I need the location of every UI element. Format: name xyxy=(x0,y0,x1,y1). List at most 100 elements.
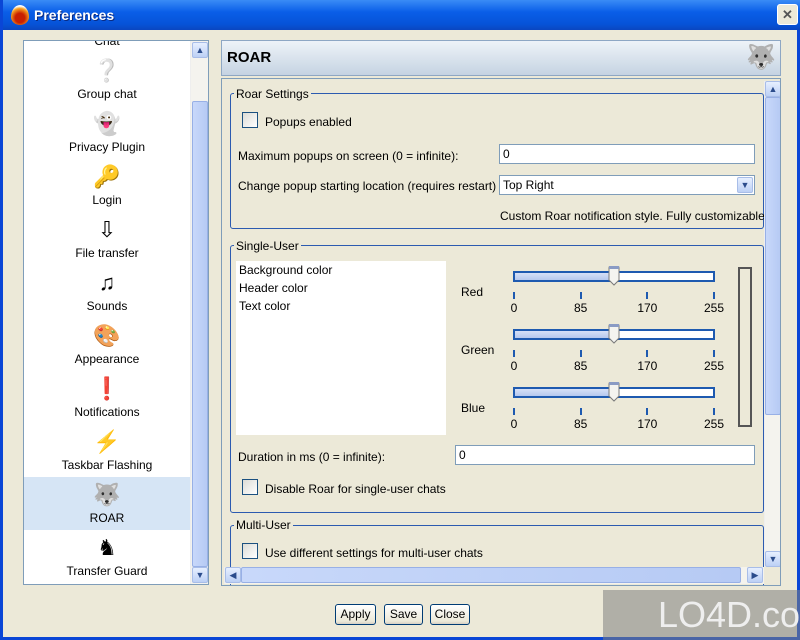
slider-tick xyxy=(579,350,582,357)
tick-label: 0 xyxy=(510,417,518,431)
duration-label: Duration in ms (0 = infinite): xyxy=(238,450,386,464)
scroll-up-button[interactable]: ▲ xyxy=(765,81,780,97)
sidebar-item-label: Privacy Plugin xyxy=(68,140,146,154)
sidebar-item-label: Sounds xyxy=(86,299,128,313)
sidebar-item-label: Group chat xyxy=(77,87,137,101)
scroll-left-button[interactable]: ◀ xyxy=(225,567,241,583)
panel-horizontal-scrollbar[interactable]: ◀ ▶ xyxy=(224,567,764,584)
roar-settings-legend: Roar Settings xyxy=(234,87,311,101)
scroll-up-button[interactable]: ▲ xyxy=(192,42,208,58)
red-slider[interactable] xyxy=(513,266,715,286)
slider-tick xyxy=(579,292,582,299)
style-note: Custom Roar notification style. Fully cu… xyxy=(500,209,769,223)
sidebar-item[interactable]: ♞ Transfer Guard xyxy=(24,530,190,583)
slider-thumb[interactable] xyxy=(608,266,620,286)
popups-enabled-checkbox[interactable] xyxy=(242,112,258,128)
slider-tick xyxy=(713,350,715,357)
close-window-button[interactable]: ✕ xyxy=(777,4,798,25)
max-popups-input[interactable]: 0 xyxy=(499,144,755,164)
sounds-icon: ♫ xyxy=(98,270,116,295)
slider-tick xyxy=(646,408,649,415)
slider-tick xyxy=(513,292,515,299)
sidebar-item[interactable]: ⚡ Taskbar Flashing xyxy=(24,424,190,477)
section-header: ROAR 🐺 xyxy=(221,40,781,76)
multi-user-checkbox[interactable] xyxy=(242,543,258,559)
vertical-scroll-thumb[interactable] xyxy=(765,97,780,415)
save-button[interactable]: Save xyxy=(384,604,423,625)
wolf-icon: 🐺 xyxy=(746,44,776,71)
blue-slider[interactable] xyxy=(513,382,715,402)
disable-single-user-label: Disable Roar for single-user chats xyxy=(265,482,446,496)
tick-label: 85 xyxy=(573,359,588,373)
key-icon: 🔑 xyxy=(93,164,121,189)
scroll-down-button[interactable]: ▼ xyxy=(765,551,780,567)
tick-label: 255 xyxy=(703,417,725,431)
window-title: Preferences xyxy=(34,7,115,23)
multi-user-legend: Multi-User xyxy=(234,518,293,532)
scroll-down-button[interactable]: ▼ xyxy=(192,567,208,583)
horizontal-scroll-thumb[interactable] xyxy=(241,567,741,583)
sidebar-item[interactable]: ❔ Group chat xyxy=(24,53,190,106)
wolf-icon: 🐺 xyxy=(93,482,121,507)
slider-fill xyxy=(515,331,615,338)
location-select[interactable]: Top Right ▼ xyxy=(499,175,755,195)
sidebar-item-label: ROAR xyxy=(89,511,125,525)
sidebar-item[interactable]: ⇩ File transfer xyxy=(24,212,190,265)
ghost-icon: 👻 xyxy=(93,111,121,136)
settings-panel: Roar Settings Popups enabled Maximum pop… xyxy=(221,78,781,586)
slider-tick xyxy=(713,408,715,415)
close-button[interactable]: Close xyxy=(430,604,470,625)
duration-input[interactable]: 0 xyxy=(455,445,755,465)
sidebar-item[interactable]: 🎨 Appearance xyxy=(24,318,190,371)
tick-label: 170 xyxy=(637,301,658,315)
tick-label: 170 xyxy=(637,417,658,431)
palette-icon: 🎨 xyxy=(93,323,121,348)
sidebar-item[interactable]: 💬Chat xyxy=(24,40,190,53)
color-target-item[interactable]: Text color xyxy=(236,297,446,315)
panel-vertical-scrollbar[interactable]: ▲ ▼ xyxy=(764,81,780,567)
slider-tick xyxy=(646,292,649,299)
section-title: ROAR xyxy=(227,49,272,66)
sidebar-item-label: Transfer Guard xyxy=(66,564,148,578)
sidebar-item-label: File transfer xyxy=(75,246,139,260)
color-target-item[interactable]: Header color xyxy=(236,279,446,297)
scroll-right-button[interactable]: ▶ xyxy=(747,567,763,583)
slider-tick xyxy=(513,408,515,415)
tick-label: 85 xyxy=(573,417,588,431)
location-label: Change popup starting location (requires… xyxy=(238,179,497,193)
sidebar-item-label: Chat xyxy=(94,40,120,48)
scroll-thumb[interactable] xyxy=(192,101,208,567)
green-slider[interactable] xyxy=(513,324,715,344)
multi-user-label: Use different settings for multi-user ch… xyxy=(265,546,483,560)
tick-label: 85 xyxy=(573,301,588,315)
watermark-logo: LO4D.com xyxy=(603,590,800,640)
slider-tick xyxy=(579,408,582,415)
sidebar-item[interactable]: ♫ Sounds xyxy=(24,265,190,318)
disable-single-user-checkbox[interactable] xyxy=(242,479,258,495)
list-scrollbar[interactable]: ▲ ▼ xyxy=(190,41,208,584)
sidebar-item[interactable]: ❗ Notifications xyxy=(24,371,190,424)
preferences-window: Preferences ✕ 💬Chat ❔ Group chat 👻 Privacy P… xyxy=(0,0,800,640)
sidebar-item[interactable]: 👻 Privacy Plugin xyxy=(24,106,190,159)
tick-label: 0 xyxy=(510,301,518,315)
download-icon: ⇩ xyxy=(97,217,117,242)
slider-thumb[interactable] xyxy=(608,382,620,402)
sidebar-item-label: Appearance xyxy=(74,352,140,366)
sidebar-item-label: Notifications xyxy=(74,405,140,419)
tick-label: 255 xyxy=(703,359,725,373)
apply-button[interactable]: Apply xyxy=(335,604,376,625)
category-list: 💬Chat ❔ Group chat 👻 Privacy Plugin 🔑 Login ⇩ Fi… xyxy=(23,40,209,585)
sidebar-item[interactable]: 🔑 Login xyxy=(24,159,190,212)
tick-label: 255 xyxy=(703,301,725,315)
color-target-item[interactable]: Background color xyxy=(236,261,446,279)
slider-fill xyxy=(515,273,615,280)
sidebar-item-label: Login xyxy=(92,193,122,207)
slider-tick xyxy=(646,350,649,357)
slider-thumb[interactable] xyxy=(608,324,620,344)
sidebar-item[interactable]: 🐺 ROAR xyxy=(24,477,190,530)
exclamation-icon: ❗ xyxy=(93,376,121,401)
location-value: Top Right xyxy=(503,178,554,192)
app-flame-icon xyxy=(11,5,29,25)
chevron-down-icon[interactable]: ▼ xyxy=(737,177,753,193)
tick-label: 0 xyxy=(510,359,518,373)
